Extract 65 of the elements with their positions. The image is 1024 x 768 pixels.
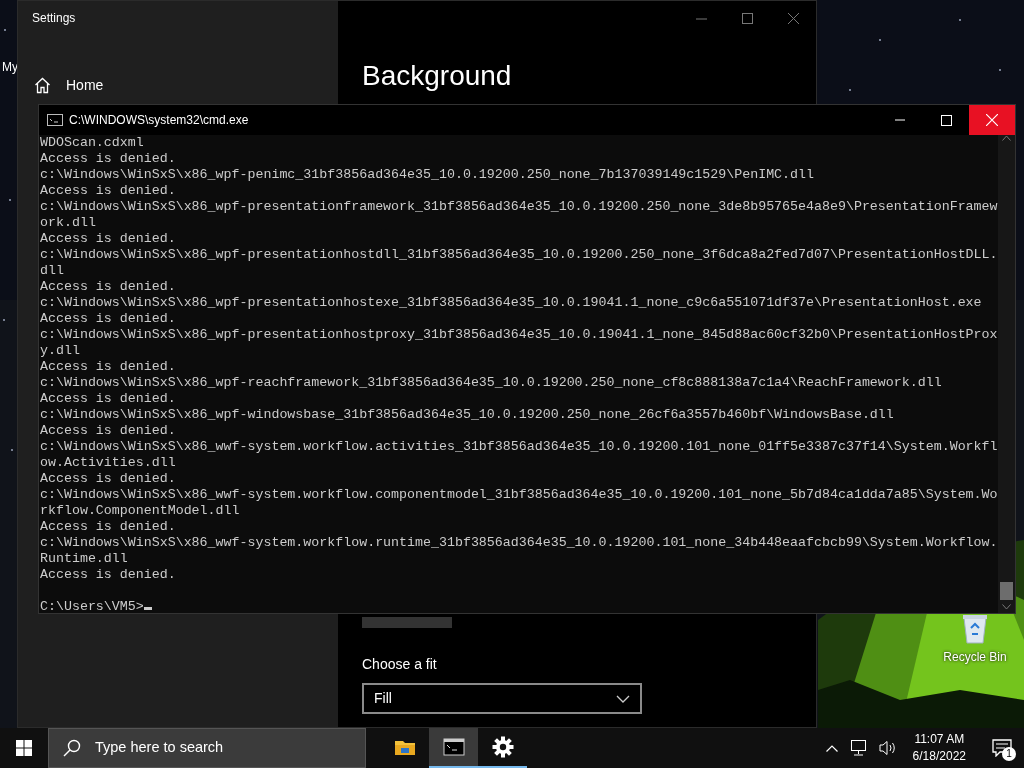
maximize-icon xyxy=(940,114,952,126)
console-line: c:\Windows\WinSxS\x86_wpf-windowsbase_31bf3856ad364e35_10.0.19200.250_none_26cf6a3557b460bf\WindowsBase.dll xyxy=(40,407,895,423)
console-icon xyxy=(47,114,63,126)
console-line: y.dll xyxy=(40,343,81,359)
field-label: Choose a fit xyxy=(362,655,438,674)
console-line: c:\Windows\WinSxS\x86_wwf-system.workflow.runtime_31bf3856ad364e35_10.0.19200.101_none_34b448eaafcbcb99\System.Workflow. xyxy=(40,535,998,551)
gear-icon xyxy=(491,736,514,758)
desktop-icon-label[interactable]: My xyxy=(2,58,18,76)
clock-time: 11:07 AM xyxy=(913,731,966,748)
console-line: ow.Activities.dll xyxy=(40,455,177,471)
clock-date: 6/18/2022 xyxy=(912,748,966,765)
chevron-down-icon xyxy=(616,694,630,703)
windows-logo-icon xyxy=(16,740,32,756)
console-line: Access is denied. xyxy=(40,151,177,167)
notification-button[interactable]: 1 xyxy=(980,728,1024,768)
console-line: Access is denied. xyxy=(40,471,177,487)
page-heading: Background xyxy=(362,59,513,93)
scrollbar-thumb[interactable] xyxy=(1000,582,1013,600)
scrollbar[interactable] xyxy=(998,135,1015,613)
console-line: Access is denied. xyxy=(40,231,177,247)
recycle-bin-icon xyxy=(960,612,990,644)
close-icon xyxy=(986,114,998,126)
clock[interactable]: 11:07 AM 6/18/2022 xyxy=(904,731,974,765)
taskbar-app-button[interactable] xyxy=(429,728,478,768)
home-icon xyxy=(34,77,51,94)
console-line: c:\Windows\WinSxS\x86_wpf-penimc_31bf3856ad364e35_10.0.19200.250_none_7b137039149c1529\PenIMC.dll xyxy=(40,167,815,183)
console-line: Access is denied. xyxy=(40,519,177,535)
speaker-icon[interactable] xyxy=(878,740,897,756)
search-field[interactable]: Type here to search xyxy=(48,728,366,768)
text-cursor xyxy=(143,607,152,610)
console-line: ork.dll xyxy=(40,215,97,231)
console-icon xyxy=(442,736,465,758)
console-prompt: C:\Users\VM5> xyxy=(40,599,144,614)
console-line: Access is denied. xyxy=(40,183,177,199)
fit-dropdown[interactable]: Fill xyxy=(362,683,642,714)
console-line: c:\Windows\WinSxS\x86_wpf-presentationframework_31bf3856ad364e35_10.0.19200.250_none_3de8b95765e4a8e9\PresentationFramew xyxy=(40,199,998,215)
close-icon[interactable] xyxy=(787,12,799,24)
console-line: c:\Windows\WinSxS\x86_wwf-system.workflow.componentmodel_31bf3856ad364e35_10.0.19200.101_none_5b7d84ca1dda7a85\System.Wo xyxy=(40,487,998,503)
chevron-up-icon xyxy=(1002,135,1011,141)
network-icon[interactable] xyxy=(850,740,869,756)
nav-item[interactable]: Home xyxy=(66,75,104,96)
console-line: Runtime.dll xyxy=(40,551,129,567)
chevron-up-icon[interactable] xyxy=(825,744,838,752)
chevron-down-icon xyxy=(1002,604,1011,610)
console-line: Access is denied. xyxy=(40,391,177,407)
maximize-icon[interactable] xyxy=(741,12,753,24)
message-icon xyxy=(992,739,1012,757)
console-line: Access is denied. xyxy=(40,279,177,295)
notification-count: 1 xyxy=(1002,747,1016,761)
console-line: c:\Windows\WinSxS\x86_wpf-presentationhostdll_31bf3856ad364e35_10.0.19200.250_none_3f6dca8a2fed7d07\PresentationHostDLL. xyxy=(40,247,998,263)
search-placeholder: Type here to search xyxy=(95,738,224,758)
console-line: Access is denied. xyxy=(40,311,177,327)
console-line: dll xyxy=(40,263,65,279)
window-title: Settings xyxy=(32,10,77,27)
console-line: WDOScan.cdxml xyxy=(40,135,145,151)
console-line: Access is denied. xyxy=(40,359,177,375)
search-icon xyxy=(63,739,81,757)
console-line: c:\Windows\WinSxS\x86_wpf-reachframework_31bf3856ad364e35_10.0.19200.250_none_cf8c888138a7c1a4\ReachFramework.dll xyxy=(40,375,943,391)
console-line: c:\Windows\WinSxS\x86_wpf-presentationhostproxy_31bf3856ad364e35_10.0.19041.1_none_845d88ac60cf32b0\PresentationHostProx xyxy=(40,327,998,343)
console-line: rkflow.ComponentModel.dll xyxy=(40,503,241,519)
console-line: Access is denied. xyxy=(40,567,177,583)
console-line: Access is denied. xyxy=(40,423,177,439)
console-line: c:\Windows\WinSxS\x86_wwf-system.workflow.activities_31bf3856ad364e35_10.0.19200.101_none_01ff5e3387c37f14\System.Workfl xyxy=(40,439,998,455)
console-line: c:\Windows\WinSxS\x86_wpf-presentationhostexe_31bf3856ad364e35_10.0.19041.1_none_c9c6a551071df37e\PresentationHost.exe xyxy=(40,295,983,311)
window-title: C:\WINDOWS\system32\cmd.exe xyxy=(69,112,250,129)
